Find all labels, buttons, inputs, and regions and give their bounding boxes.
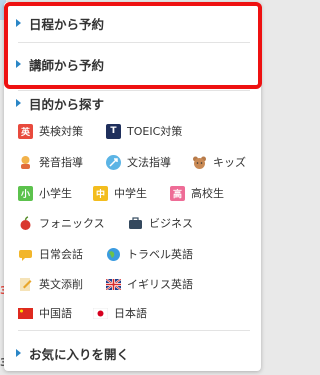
purpose-item-business[interactable]: ビジネス bbox=[128, 214, 193, 232]
triangle-right-icon bbox=[16, 99, 21, 107]
purpose-item-daily-conversation[interactable]: 日常会話 bbox=[18, 245, 83, 263]
purpose-item-phonics[interactable]: フォニックス bbox=[18, 214, 105, 232]
reservation-dropdown-menu: 日程から予約 講師から予約 目的から探す 英 英検対策 T TOEIC対策 発音… bbox=[4, 2, 261, 371]
purpose-item-japanese[interactable]: 日本語 bbox=[93, 304, 147, 322]
purpose-item-grammar[interactable]: 文法指導 bbox=[106, 153, 171, 171]
junior-high-icon: 中 bbox=[93, 185, 108, 201]
japan-flag-icon bbox=[93, 306, 108, 321]
menu-item-schedule-reservation[interactable]: 日程から予約 bbox=[16, 13, 104, 33]
menu-section-purpose[interactable]: 目的から探す bbox=[16, 93, 104, 113]
purpose-item-label: キッズ bbox=[213, 156, 246, 169]
triangle-right-icon bbox=[16, 349, 21, 357]
purpose-item-chinese[interactable]: 中国語 bbox=[18, 304, 72, 322]
high-school-icon: 高 bbox=[170, 185, 185, 201]
purpose-item-high-school[interactable]: 高 高校生 bbox=[170, 184, 224, 202]
purpose-item-label: イギリス英語 bbox=[127, 278, 193, 291]
grammar-icon bbox=[106, 154, 121, 170]
purpose-item-label: TOEIC対策 bbox=[127, 125, 183, 138]
globe-icon bbox=[106, 247, 121, 262]
correction-icon bbox=[18, 277, 33, 292]
purpose-item-label: 小学生 bbox=[39, 187, 72, 200]
purpose-item-label: 英検対策 bbox=[39, 125, 83, 138]
phonics-icon bbox=[18, 215, 33, 231]
toeic-icon: T bbox=[106, 123, 121, 139]
kids-bear-icon bbox=[192, 155, 207, 170]
briefcase-icon bbox=[128, 216, 143, 231]
purpose-item-travel-english[interactable]: トラベル英語 bbox=[106, 245, 193, 263]
purpose-item-junior-high[interactable]: 中 中学生 bbox=[93, 184, 147, 202]
purpose-item-label: 中学生 bbox=[114, 187, 147, 200]
purpose-item-elementary[interactable]: 小 小学生 bbox=[18, 184, 72, 202]
menu-item-label: お気に入りを開く bbox=[29, 346, 130, 362]
daily-conversation-icon bbox=[18, 247, 33, 262]
purpose-item-label: ビジネス bbox=[149, 217, 193, 230]
purpose-item-label: 英文添削 bbox=[39, 278, 83, 291]
purpose-item-eiken[interactable]: 英 英検対策 bbox=[18, 122, 83, 140]
triangle-right-icon bbox=[16, 60, 21, 68]
purpose-item-label: 日本語 bbox=[114, 307, 147, 320]
uk-flag-icon bbox=[106, 277, 121, 292]
purpose-item-british-english[interactable]: イギリス英語 bbox=[106, 275, 193, 293]
elementary-icon: 小 bbox=[18, 185, 33, 201]
purpose-item-correction[interactable]: 英文添削 bbox=[18, 275, 83, 293]
purpose-item-label: 日常会話 bbox=[39, 248, 83, 261]
purpose-item-label: トラベル英語 bbox=[127, 248, 193, 261]
pronunciation-icon bbox=[18, 155, 33, 170]
purpose-item-label: 発音指導 bbox=[39, 156, 83, 169]
purpose-item-label: フォニックス bbox=[39, 217, 105, 230]
menu-section-label: 目的から探す bbox=[29, 96, 105, 112]
triangle-right-icon bbox=[16, 19, 21, 27]
purpose-item-label: 中国語 bbox=[39, 307, 72, 320]
purpose-item-pronunciation[interactable]: 発音指導 bbox=[18, 153, 83, 171]
menu-item-open-favorites[interactable]: お気に入りを開く bbox=[16, 343, 129, 363]
eiken-icon: 英 bbox=[18, 123, 33, 139]
divider bbox=[18, 42, 250, 43]
divider bbox=[18, 90, 250, 91]
purpose-item-label: 高校生 bbox=[191, 187, 224, 200]
menu-item-label: 講師から予約 bbox=[29, 57, 105, 73]
purpose-item-kids[interactable]: キッズ bbox=[192, 153, 246, 171]
menu-item-label: 日程から予約 bbox=[29, 16, 105, 32]
menu-item-teacher-reservation[interactable]: 講師から予約 bbox=[16, 54, 104, 74]
divider bbox=[18, 330, 250, 331]
china-flag-icon bbox=[18, 306, 33, 321]
purpose-item-toeic[interactable]: T TOEIC対策 bbox=[106, 122, 182, 140]
purpose-item-label: 文法指導 bbox=[127, 156, 171, 169]
